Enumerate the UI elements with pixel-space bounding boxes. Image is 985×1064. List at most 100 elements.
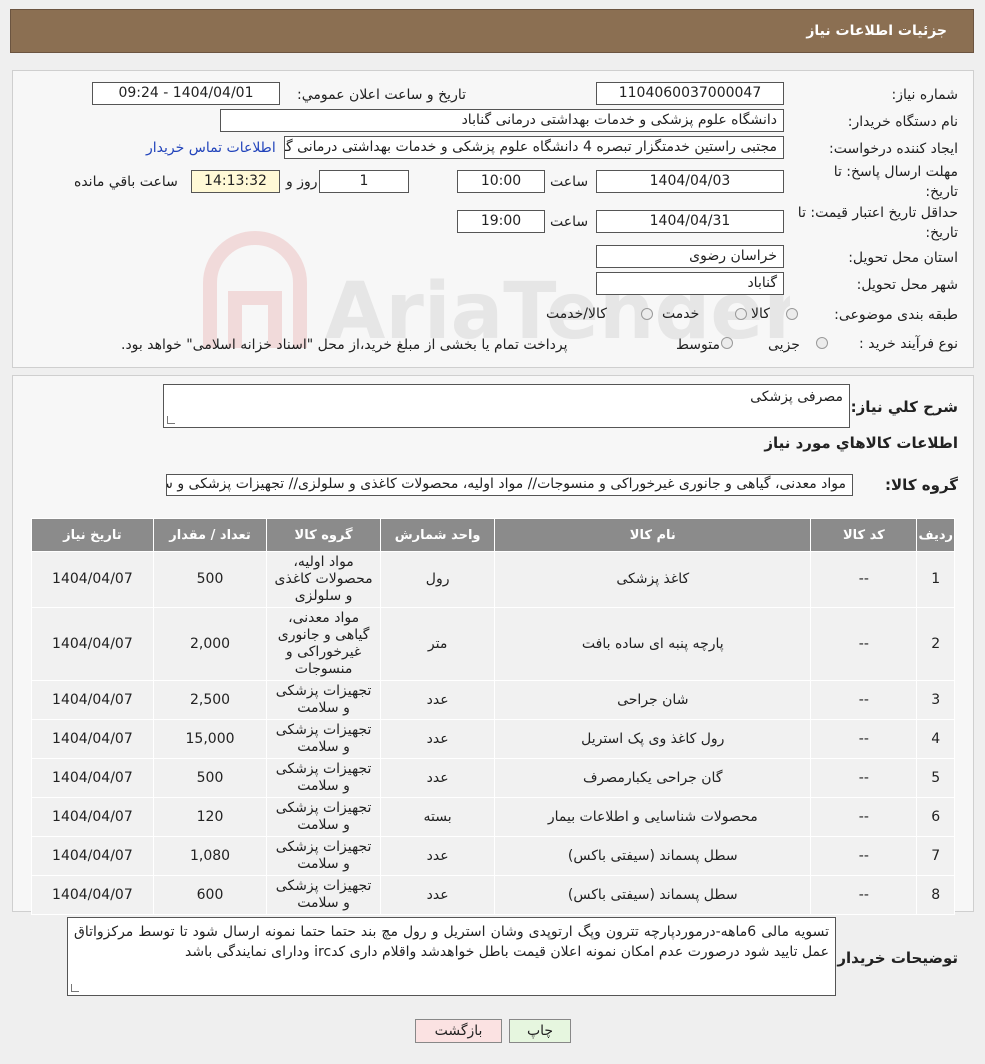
purchase-option-medium: متوسط xyxy=(676,337,720,353)
city-label: شهر محل تحویل: xyxy=(856,277,958,293)
back-button[interactable]: بازگشت xyxy=(415,1019,502,1043)
cell-row-number: 7 xyxy=(916,836,955,876)
cell-item-name: محصولات شناسایی و اطلاعات بیمار xyxy=(494,797,812,837)
requester-field: مجتبی راستین خدمتگزار تبصره 4 دانشگاه عل… xyxy=(284,136,784,159)
cell-quantity: 500 xyxy=(152,758,268,798)
purchase-note: پرداخت تمام یا بخشی از مبلغ خرید،از محل … xyxy=(121,337,568,353)
cell-item-code: -- xyxy=(810,797,918,837)
cell-unit: عدد xyxy=(379,680,496,720)
cell-need-date: 1404/04/07 xyxy=(31,875,154,915)
cell-item-name: سطل پسماند (سیفتی باکس) xyxy=(494,875,812,915)
cell-row-number: 8 xyxy=(916,875,955,915)
general-desc-field: مصرفی پزشکی xyxy=(163,384,850,428)
cell-item-code: -- xyxy=(810,680,918,720)
cell-quantity: 2,500 xyxy=(152,680,268,720)
goods-group-label: گروه کالا: xyxy=(885,476,958,494)
page-title: جزئیات اطلاعات نیاز xyxy=(806,23,947,39)
city-field: گناباد xyxy=(596,272,784,295)
cell-quantity: 120 xyxy=(152,797,268,837)
category-radio-goods[interactable] xyxy=(786,308,798,320)
cell-quantity: 15,000 xyxy=(152,719,268,759)
buyer-contact-link[interactable]: اطلاعات تماس خریدار xyxy=(146,140,276,156)
purchase-option-minor: جزیی xyxy=(768,337,800,353)
cell-item-code: -- xyxy=(810,875,918,915)
province-label: استان محل تحویل: xyxy=(848,250,958,266)
need-number-label: شماره نیاز: xyxy=(891,87,959,103)
goods-table: ردیف کد کالا نام کالا واحد شمارش گروه کا… xyxy=(31,518,955,915)
cell-item-name: گان جراحی یکبارمصرف xyxy=(494,758,812,798)
purchase-radio-minor[interactable] xyxy=(816,337,828,349)
cell-unit: رول xyxy=(379,551,496,608)
cell-need-date: 1404/04/07 xyxy=(31,797,154,837)
cell-goods-group: مواد معدنی، گیاهی و جانوری غیرخوراکی و م… xyxy=(266,607,381,681)
requester-label: ایجاد کننده درخواست: xyxy=(829,141,958,157)
col-quantity: تعداد / مقدار xyxy=(152,518,268,552)
resize-handle[interactable] xyxy=(167,416,175,424)
cell-goods-group: تجهیزات پزشکی و سلامت xyxy=(266,875,381,915)
cell-need-date: 1404/04/07 xyxy=(31,758,154,798)
cell-item-code: -- xyxy=(810,551,918,608)
announce-datetime-label: تاریخ و ساعت اعلان عمومي: xyxy=(297,87,466,103)
need-number-field: 1104060037000047 xyxy=(596,82,784,105)
cell-need-date: 1404/04/07 xyxy=(31,607,154,681)
price-validity-label-2: تاریخ: xyxy=(925,225,958,241)
page-header: جزئیات اطلاعات نیاز xyxy=(10,9,974,53)
cell-goods-group: تجهیزات پزشکی و سلامت xyxy=(266,836,381,876)
cell-item-name: رول کاغذ وی پک استریل xyxy=(494,719,812,759)
buyer-notes-text: تسویه مالی 6ماهه-درموردپارچه تترون وپگ ا… xyxy=(74,924,829,960)
cell-need-date: 1404/04/07 xyxy=(31,551,154,608)
remaining-days-field: 1 xyxy=(319,170,409,193)
category-option-goods-service: کالا/خدمت xyxy=(546,306,607,322)
cell-row-number: 5 xyxy=(916,758,955,798)
cell-unit: عدد xyxy=(379,758,496,798)
cell-item-name: پارچه پنبه ای ساده بافت xyxy=(494,607,812,681)
cell-need-date: 1404/04/07 xyxy=(31,680,154,720)
response-date-field: 1404/04/03 xyxy=(596,170,784,193)
cell-goods-group: تجهیزات پزشکی و سلامت xyxy=(266,719,381,759)
cell-goods-group: تجهیزات پزشکی و سلامت xyxy=(266,797,381,837)
col-item-code: کد کالا xyxy=(810,518,918,552)
category-option-service: خدمت xyxy=(662,306,700,322)
cell-item-name: سطل پسماند (سیفتی باکس) xyxy=(494,836,812,876)
purchase-radio-medium[interactable] xyxy=(721,337,733,349)
col-need-date: تاریخ نیاز xyxy=(31,518,154,552)
price-validity-label-1: حداقل تاریخ اعتبار قیمت: تا xyxy=(797,205,958,221)
price-validity-time-field: 19:00 xyxy=(457,210,545,233)
category-label: طبقه بندی موضوعی: xyxy=(834,307,958,323)
table-row: 5 -- گان جراحی یکبارمصرف عدد تجهیزات پزش… xyxy=(31,758,955,798)
cell-need-date: 1404/04/07 xyxy=(31,836,154,876)
province-field: خراسان رضوی xyxy=(596,245,784,268)
cell-quantity: 2,000 xyxy=(152,607,268,681)
price-validity-date-field: 1404/04/31 xyxy=(596,210,784,233)
goods-group-field: مواد معدنی، گیاهی و جانوری غیرخوراکی و م… xyxy=(166,474,853,496)
general-desc-label: شرح کلي نیاز: xyxy=(850,398,958,416)
table-row: 7 -- سطل پسماند (سیفتی باکس) عدد تجهیزات… xyxy=(31,836,955,876)
buyer-notes-label: توضیحات خریدار: xyxy=(831,949,958,967)
cell-unit: متر xyxy=(379,607,496,681)
print-button[interactable]: چاپ xyxy=(509,1019,571,1043)
resize-handle[interactable] xyxy=(71,984,79,992)
cell-item-code: -- xyxy=(810,719,918,759)
col-unit: واحد شمارش xyxy=(379,518,496,552)
cell-unit: عدد xyxy=(379,719,496,759)
cell-row-number: 4 xyxy=(916,719,955,759)
response-time-label: ساعت xyxy=(550,174,589,190)
category-option-goods: کالا xyxy=(751,306,770,322)
table-header-row: ردیف کد کالا نام کالا واحد شمارش گروه کا… xyxy=(31,518,955,552)
table-row: 4 -- رول کاغذ وی پک استریل عدد تجهیزات پ… xyxy=(31,719,955,759)
cell-row-number: 1 xyxy=(916,551,955,608)
table-row: 1 -- کاغذ پزشکی رول مواد اولیه، محصولات … xyxy=(31,551,955,608)
category-radio-service[interactable] xyxy=(735,308,747,320)
category-radio-goods-service[interactable] xyxy=(641,308,653,320)
remaining-time-field: 14:13:32 xyxy=(191,170,280,193)
cell-item-name: کاغذ پزشکی xyxy=(494,551,812,608)
cell-goods-group: تجهیزات پزشکی و سلامت xyxy=(266,758,381,798)
table-row: 2 -- پارچه پنبه ای ساده بافت متر مواد مع… xyxy=(31,607,955,681)
days-label: روز و xyxy=(286,174,318,190)
cell-item-code: -- xyxy=(810,758,918,798)
goods-info-title: اطلاعات کالاهاي مورد نیاز xyxy=(764,434,958,452)
price-validity-time-label: ساعت xyxy=(550,214,589,230)
cell-goods-group: مواد اولیه، محصولات کاغذی و سلولزی xyxy=(266,551,381,608)
col-row-number: ردیف xyxy=(916,518,955,552)
buyer-org-label: نام دستگاه خریدار: xyxy=(847,114,958,130)
